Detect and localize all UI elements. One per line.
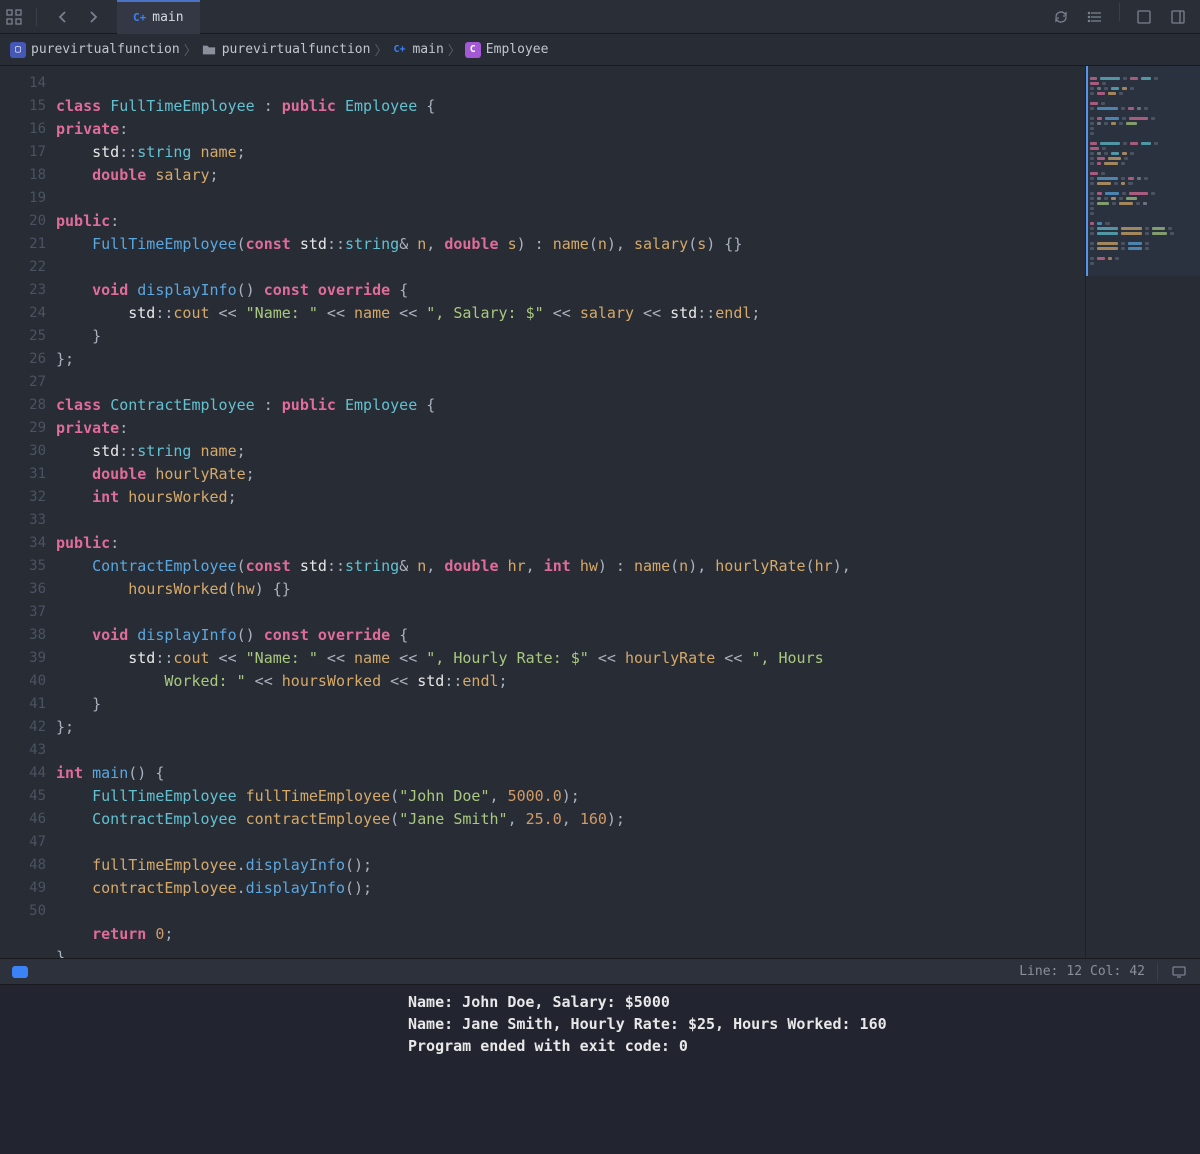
- sync-icon[interactable]: [1047, 3, 1075, 31]
- code-editor[interactable]: class FullTimeEmployee : public Employee…: [56, 66, 1085, 958]
- crumb-project[interactable]: ▢ purevirtualfunction: [10, 42, 180, 58]
- project-icon: ▢: [10, 42, 26, 58]
- crumb-file[interactable]: C+ main: [391, 42, 443, 58]
- status-tag-icon[interactable]: [12, 966, 28, 978]
- minimap[interactable]: [1085, 66, 1200, 958]
- editor-area: 1415161718192021222324252627282930313233…: [0, 66, 1200, 958]
- cursor-line: 12: [1066, 964, 1082, 979]
- forward-button[interactable]: [79, 3, 107, 31]
- grid-icon[interactable]: [0, 3, 28, 31]
- crumb-symbol[interactable]: C Employee: [465, 42, 549, 58]
- console-output[interactable]: Name: John Doe, Salary: $5000 Name: Jane…: [400, 985, 1200, 1154]
- cpp-file-icon: C+: [133, 11, 146, 24]
- chevron-right-icon: 〉: [448, 40, 461, 59]
- divider: [1119, 3, 1120, 21]
- list-icon[interactable]: [1081, 3, 1109, 31]
- chevron-right-icon: 〉: [184, 40, 197, 59]
- gutter: 1415161718192021222324252627282930313233…: [0, 66, 56, 958]
- divider: [1157, 963, 1158, 981]
- code-pane: 1415161718192021222324252627282930313233…: [0, 66, 1085, 958]
- breadcrumb: ▢ purevirtualfunction 〉 purevirtualfunct…: [0, 34, 1200, 66]
- console-sidebar: [0, 985, 400, 1154]
- panel-icon[interactable]: [1164, 3, 1192, 31]
- tab-label: main: [152, 10, 183, 25]
- cursor-col: 42: [1129, 964, 1145, 979]
- crumb-label: purevirtualfunction: [31, 42, 180, 57]
- divider: [36, 8, 37, 26]
- cursor-line-label: Line:: [1019, 964, 1058, 979]
- crumb-label: purevirtualfunction: [222, 42, 371, 57]
- box-icon[interactable]: [1130, 3, 1158, 31]
- folder-icon: [201, 42, 217, 58]
- crumb-label: Employee: [486, 42, 549, 57]
- toolbar: C+ main: [0, 0, 1200, 34]
- status-bar: Line: 12 Col: 42: [0, 958, 1200, 984]
- crumb-folder[interactable]: purevirtualfunction: [201, 42, 371, 58]
- monitor-icon[interactable]: [1170, 963, 1188, 981]
- back-button[interactable]: [49, 3, 77, 31]
- chevron-right-icon: 〉: [374, 40, 387, 59]
- cpp-file-icon: C+: [391, 42, 407, 58]
- class-icon: C: [465, 42, 481, 58]
- crumb-label: main: [412, 42, 443, 57]
- cursor-col-label: Col:: [1090, 964, 1121, 979]
- console: Name: John Doe, Salary: $5000 Name: Jane…: [0, 984, 1200, 1154]
- tab-main[interactable]: C+ main: [117, 0, 200, 34]
